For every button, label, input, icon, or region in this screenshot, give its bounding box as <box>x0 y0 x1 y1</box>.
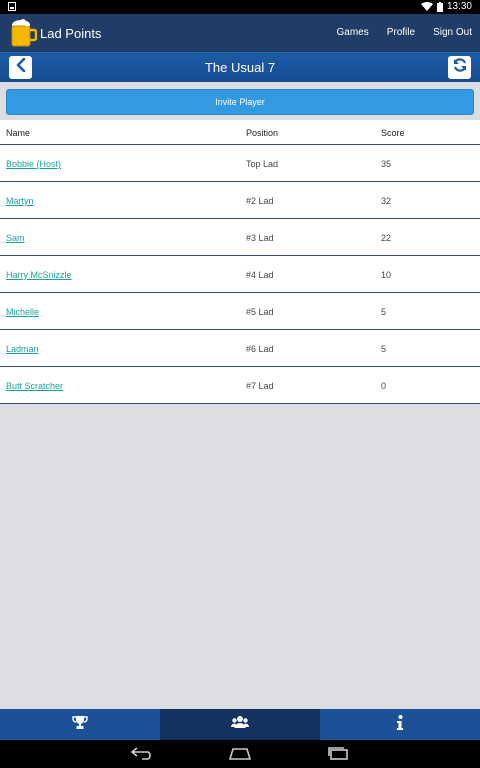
system-nav-bar <box>0 740 480 768</box>
battery-icon <box>436 1 443 12</box>
notification-icon <box>8 2 16 14</box>
info-icon <box>396 714 404 735</box>
table-header: Name Position Score <box>0 120 480 145</box>
header-name: Name <box>6 128 31 138</box>
player-position: #4 Lad <box>246 270 274 280</box>
header-score: Score <box>381 128 405 138</box>
player-name-link[interactable]: Butt Scratcher <box>6 381 63 391</box>
player-name-link[interactable]: Sam <box>6 233 25 243</box>
table-row: Martyn #2 Lad 32 <box>0 182 480 219</box>
player-score: 5 <box>381 344 387 354</box>
nav-profile[interactable]: Profile <box>387 27 415 38</box>
player-score: 10 <box>381 270 392 280</box>
page-title: The Usual 7 <box>204 60 276 75</box>
player-score: 32 <box>381 196 392 206</box>
clock-time: 13:30 <box>446 1 472 12</box>
invite-player-button[interactable]: Invite Player <box>6 89 474 115</box>
refresh-icon <box>452 57 468 78</box>
recent-apps-icon[interactable] <box>326 746 350 765</box>
status-bar: 13:30 <box>0 0 480 14</box>
player-position: #3 Lad <box>246 233 274 243</box>
player-position: #6 Lad <box>246 344 274 354</box>
table-row: Ladman #6 Lad 5 <box>0 330 480 367</box>
player-position: Top Lad <box>246 159 279 169</box>
player-name-link[interactable]: Michelle <box>6 307 39 317</box>
player-position: #5 Lad <box>246 307 274 317</box>
players-table: Name Position Score Bobbie (Host) Top La… <box>0 120 480 404</box>
tab-players[interactable] <box>160 709 320 740</box>
player-score: 35 <box>381 159 392 169</box>
page-header: The Usual 7 <box>0 52 480 82</box>
bottom-tab-bar <box>0 709 480 740</box>
app-title: Lad Points <box>40 26 102 41</box>
player-name-link[interactable]: Martyn <box>6 196 34 206</box>
table-row: Harry McSnizzle #4 Lad 10 <box>0 256 480 293</box>
player-score: 22 <box>381 233 392 243</box>
home-nav-icon[interactable] <box>228 746 252 765</box>
player-position: #7 Lad <box>246 381 274 391</box>
nav-games[interactable]: Games <box>336 27 368 38</box>
tab-info[interactable] <box>320 709 480 740</box>
player-name-link[interactable]: Ladman <box>6 344 39 354</box>
top-nav: Games Profile Sign Out <box>336 27 472 38</box>
app-bar: Lad Points Games Profile Sign Out <box>0 14 480 52</box>
group-icon <box>231 715 249 734</box>
player-name-link[interactable]: Harry McSnizzle <box>6 270 72 280</box>
table-row: Butt Scratcher #7 Lad 0 <box>0 367 480 404</box>
table-row: Bobbie (Host) Top Lad 35 <box>0 145 480 182</box>
trophy-icon <box>72 715 88 735</box>
table-row: Michelle #5 Lad 5 <box>0 293 480 330</box>
refresh-button[interactable] <box>448 56 471 79</box>
beer-mug-logo-icon <box>9 17 38 49</box>
tab-leaderboard[interactable] <box>0 709 160 740</box>
table-row: Sam #3 Lad 22 <box>0 219 480 256</box>
back-nav-icon[interactable] <box>130 746 154 765</box>
nav-sign-out[interactable]: Sign Out <box>433 27 472 38</box>
player-score: 0 <box>381 381 387 391</box>
player-name-link[interactable]: Bobbie (Host) <box>6 159 61 169</box>
player-score: 5 <box>381 307 387 317</box>
wifi-icon <box>420 2 433 11</box>
header-position: Position <box>246 128 279 138</box>
player-position: #2 Lad <box>246 196 274 206</box>
